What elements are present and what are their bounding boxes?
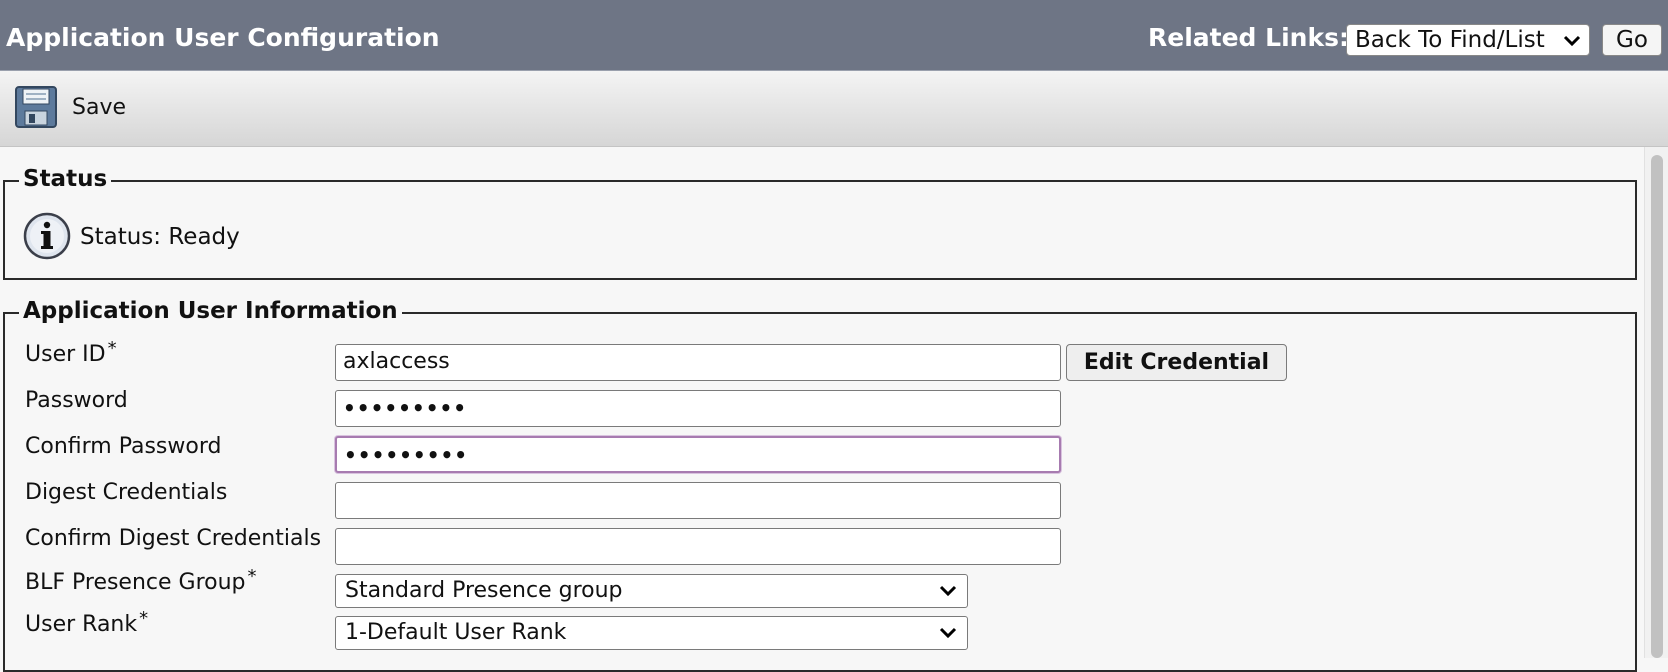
status-fieldset: Status Status: Ready: [3, 166, 1637, 280]
save-button[interactable]: Save: [72, 95, 126, 120]
confirm-digest-credentials-input[interactable]: [335, 528, 1061, 565]
go-button[interactable]: Go: [1602, 24, 1662, 56]
password-input[interactable]: •••••••••: [335, 390, 1061, 427]
vertical-scrollbar[interactable]: [1644, 147, 1668, 658]
chevron-down-icon: [1563, 26, 1581, 64]
blf-presence-group-label: BLF Presence Group *: [25, 566, 257, 595]
user-rank-label: User Rank *: [25, 608, 149, 637]
user-rank-select[interactable]: 1-Default User Rank: [335, 616, 968, 650]
required-marker: *: [139, 608, 149, 629]
toolbar: Save: [0, 71, 1668, 147]
confirm-digest-credentials-label: Confirm Digest Credentials: [25, 526, 322, 551]
user-info-legend: Application User Information: [19, 298, 402, 324]
scrollbar-thumb[interactable]: [1651, 155, 1663, 658]
blf-presence-group-value: Standard Presence group: [345, 578, 623, 603]
related-links-label: Related Links:: [1148, 23, 1349, 52]
required-marker: *: [247, 566, 257, 587]
user-info-fieldset: Application User Information User ID * ax…: [3, 298, 1637, 672]
confirm-password-label: Confirm Password: [25, 434, 222, 459]
digest-credentials-input[interactable]: [335, 482, 1061, 519]
edit-credential-button[interactable]: Edit Credential: [1066, 344, 1287, 381]
required-marker: *: [107, 338, 117, 359]
chevron-down-icon: [939, 575, 957, 616]
title-bar: Application User Configuration Related L…: [0, 0, 1668, 71]
info-icon: [23, 212, 71, 260]
user-rank-value: 1-Default User Rank: [345, 620, 567, 645]
status-text: Status: Ready: [80, 224, 240, 250]
user-id-input[interactable]: axlaccess: [335, 344, 1061, 381]
password-label: Password: [25, 388, 128, 413]
floppy-disk-icon[interactable]: [14, 85, 58, 129]
status-legend: Status: [19, 166, 112, 192]
chevron-down-icon: [939, 617, 957, 658]
related-links-selected-value: Back To Find/List: [1355, 27, 1545, 53]
page-title: Application User Configuration: [6, 23, 440, 52]
related-links-select[interactable]: Back To Find/List: [1346, 24, 1590, 56]
user-id-label: User ID *: [25, 338, 117, 367]
confirm-password-input[interactable]: •••••••••: [335, 436, 1061, 473]
digest-credentials-label: Digest Credentials: [25, 480, 228, 505]
blf-presence-group-select[interactable]: Standard Presence group: [335, 574, 968, 608]
